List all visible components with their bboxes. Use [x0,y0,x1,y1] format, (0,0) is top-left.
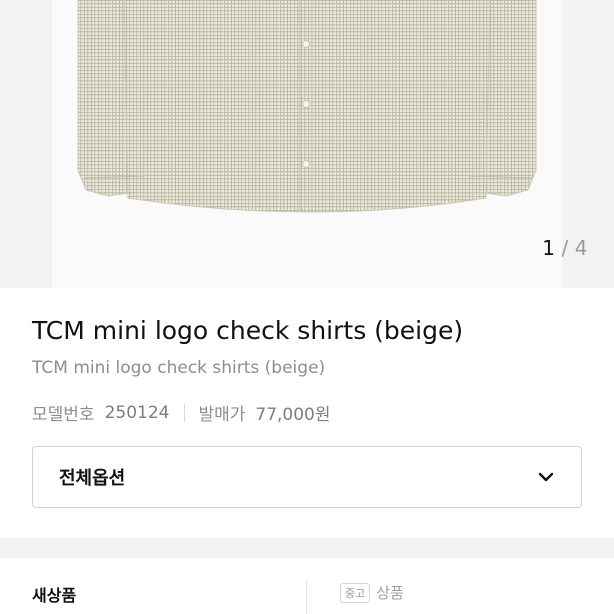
image-counter: 1/4 [542,236,588,260]
tab-used-product[interactable]: 중고 상품 [340,582,404,603]
meta-divider [184,403,186,422]
section-divider [0,538,614,558]
release-price-value: 77,000원 [255,405,331,425]
image-counter-total: 4 [574,236,588,260]
shirt-image [77,0,537,213]
model-number-value: 250124 [104,402,170,423]
option-select[interactable]: 전체옵션 [32,446,582,508]
used-product-label: 상품 [376,584,404,602]
image-counter-current: 1 [542,236,556,260]
option-select-label: 전체옵션 [59,468,126,489]
condition-tabs: 새상품 중고 상품 [0,560,614,614]
tab-divider [306,580,307,614]
used-badge: 중고 [340,582,371,603]
tab-new-product[interactable]: 새상품 [32,582,76,606]
release-price-label: 발매가 [198,405,246,425]
image-counter-separator: / [561,236,569,260]
product-title: TCM mini logo check shirts (beige) [32,316,464,345]
chevron-down-icon [537,468,555,486]
product-meta: 모델번호 250124 발매가 77,000원 [32,400,331,426]
model-number-label: 모델번호 [32,405,95,425]
product-image-gallery[interactable]: 1/4 [0,0,614,288]
product-subtitle: TCM mini logo check shirts (beige) [32,358,326,378]
